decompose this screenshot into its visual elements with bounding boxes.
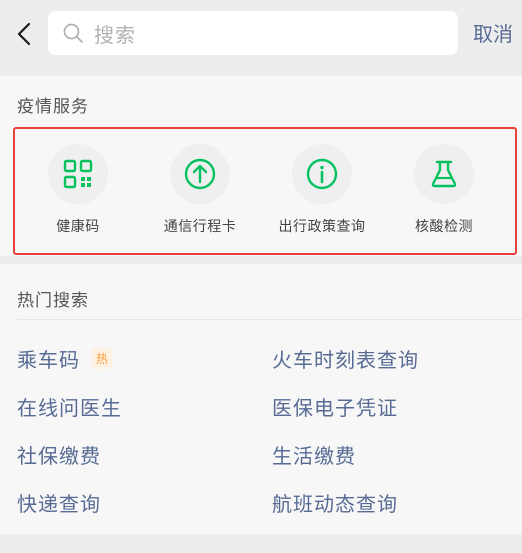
hot-search-label: 医保电子凭证 bbox=[272, 396, 398, 420]
chevron-left-icon bbox=[17, 22, 31, 46]
back-button[interactable] bbox=[12, 20, 36, 48]
service-label: 核酸检测 bbox=[415, 219, 473, 235]
search-input[interactable]: 搜索 bbox=[48, 11, 458, 55]
hot-search-item[interactable]: 乘车码 热 bbox=[17, 344, 113, 373]
hot-search-label: 火车时刻表查询 bbox=[272, 348, 419, 372]
info-icon bbox=[306, 158, 338, 190]
service-health-code[interactable]: 健康码 bbox=[18, 144, 138, 236]
service-travel-card[interactable]: 通信行程卡 bbox=[140, 144, 260, 236]
hot-search-label: 社保缴费 bbox=[17, 444, 101, 468]
hot-search-section: 热门搜索 乘车码 热 火车时刻表查询 在线问医生 医保电子凭证 社保缴费 生活缴… bbox=[0, 264, 522, 534]
icon-circle bbox=[292, 144, 352, 204]
epidemic-services-section: 疫情服务 健康码 通信行程卡 出行政策查询 核酸检测 bbox=[0, 76, 522, 256]
service-label: 健康码 bbox=[56, 219, 100, 235]
service-label: 通信行程卡 bbox=[163, 219, 237, 235]
hot-search-item[interactable]: 火车时刻表查询 bbox=[272, 344, 419, 373]
hot-search-label: 乘车码 bbox=[17, 348, 80, 372]
top-bar: 搜索 取消 bbox=[0, 0, 522, 68]
search-icon bbox=[63, 23, 83, 43]
hot-search-label: 航班动态查询 bbox=[272, 492, 398, 516]
flask-icon bbox=[431, 160, 457, 188]
service-travel-policy[interactable]: 出行政策查询 bbox=[262, 144, 382, 236]
icon-circle bbox=[170, 144, 230, 204]
icon-circle bbox=[414, 144, 474, 204]
service-nucleic-test[interactable]: 核酸检测 bbox=[384, 144, 504, 236]
section-title: 热门搜索 bbox=[17, 291, 89, 311]
service-label: 出行政策查询 bbox=[278, 219, 366, 235]
hot-search-label: 在线问医生 bbox=[17, 396, 122, 420]
hot-search-item[interactable]: 航班动态查询 bbox=[272, 488, 398, 517]
qr-code-icon bbox=[63, 159, 93, 189]
hot-search-label: 快递查询 bbox=[17, 492, 101, 516]
hot-badge: 热 bbox=[92, 348, 113, 369]
divider bbox=[17, 319, 522, 320]
arrow-up-circle-icon bbox=[184, 158, 216, 190]
hot-search-item[interactable]: 在线问医生 bbox=[17, 392, 122, 421]
section-title: 疫情服务 bbox=[17, 97, 89, 117]
search-placeholder: 搜索 bbox=[94, 22, 136, 47]
hot-search-label: 生活缴费 bbox=[272, 444, 356, 468]
cancel-button[interactable]: 取消 bbox=[473, 20, 513, 48]
icon-circle bbox=[48, 144, 108, 204]
hot-search-item[interactable]: 生活缴费 bbox=[272, 440, 356, 469]
hot-search-item[interactable]: 医保电子凭证 bbox=[272, 392, 398, 421]
hot-search-item[interactable]: 快递查询 bbox=[17, 488, 101, 517]
hot-search-item[interactable]: 社保缴费 bbox=[17, 440, 101, 469]
